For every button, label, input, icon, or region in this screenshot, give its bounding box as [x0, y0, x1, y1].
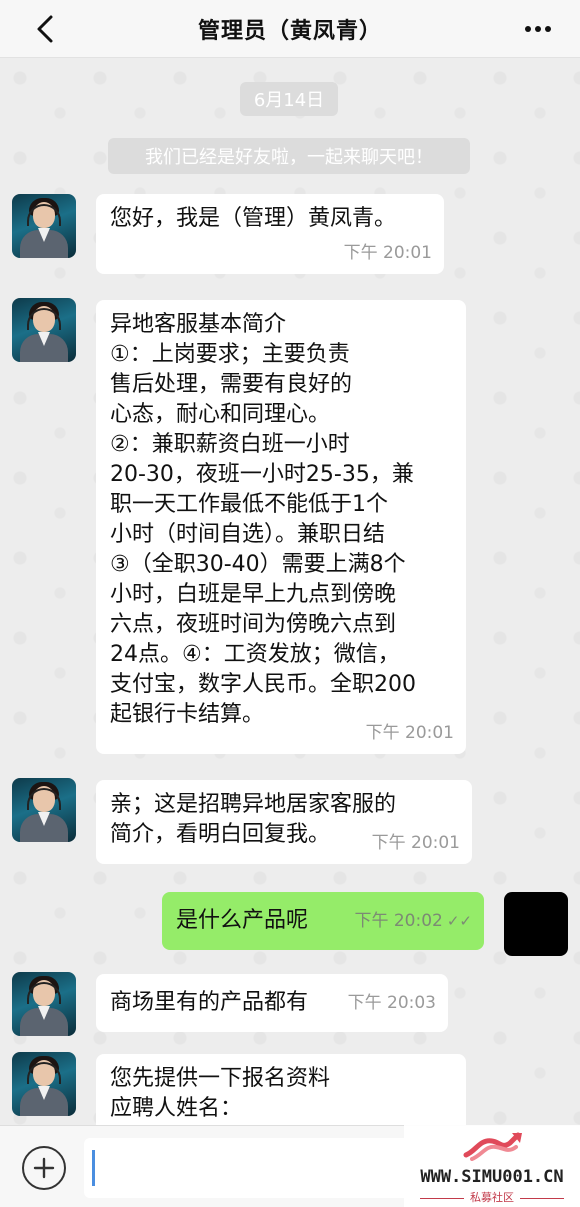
chat-header: 管理员（黄凤青）	[0, 0, 580, 58]
contact-avatar[interactable]	[12, 1052, 76, 1116]
message-text: 是什么产品呢	[176, 908, 309, 933]
message-time: 下午 20:01	[365, 723, 454, 743]
chevron-left-icon	[37, 15, 53, 43]
watermark: WWW.SIMU001.CN 私募社区	[404, 1125, 580, 1207]
message-text: 您好，我是（管理）黄凤青。	[110, 206, 397, 231]
message-time: 下午 20:01	[343, 243, 432, 263]
watermark-logo-icon	[463, 1132, 522, 1161]
watermark-url: WWW.SIMU001.CN	[420, 1167, 564, 1187]
message-time: 下午 20:03	[347, 993, 436, 1013]
my-avatar[interactable]	[504, 892, 568, 956]
contact-avatar[interactable]	[12, 194, 76, 258]
more-options-button[interactable]	[518, 12, 558, 46]
message-bubble[interactable]: 您先提供一下报名资料 应聘人姓名：	[96, 1054, 466, 1125]
message-bubble[interactable]: 异地客服基本简介 ①：上岗要求；主要负责 售后处理，需要有良好的 心态，耐心和同…	[96, 300, 466, 754]
back-button[interactable]	[28, 12, 62, 46]
message-text: 商场里有的产品都有	[110, 990, 309, 1015]
contact-avatar[interactable]	[12, 972, 76, 1036]
message-time: 下午 20:01	[371, 833, 460, 853]
read-receipt-icon: ✓✓	[446, 912, 472, 930]
message-text: 您先提供一下报名资料 应聘人姓名：	[110, 1066, 331, 1121]
message-bubble[interactable]: 您好，我是（管理）黄凤青。 下午 20:01	[96, 194, 444, 274]
message-text: 异地客服基本简介 ①：上岗要求；主要负责 售后处理，需要有良好的 心态，耐心和同…	[110, 312, 416, 727]
message-bubble[interactable]: 亲；这是招聘异地居家客服的 简介，看明白回复我。 下午 20:01	[96, 780, 472, 864]
attach-button[interactable]	[22, 1146, 66, 1190]
date-divider: 6月14日	[240, 82, 338, 116]
message-bubble[interactable]: 商场里有的产品都有 下午 20:03	[96, 974, 448, 1032]
message-input[interactable]	[84, 1138, 414, 1198]
more-dots-icon	[525, 26, 551, 32]
text-caret	[92, 1150, 95, 1186]
watermark-subtitle: 私募社区	[404, 1189, 580, 1205]
my-message-bubble[interactable]: 是什么产品呢 下午 20:02 ✓✓	[162, 892, 484, 950]
contact-avatar[interactable]	[12, 778, 76, 842]
plus-circle-icon	[33, 1157, 55, 1179]
system-notice: 我们已经是好友啦，一起来聊天吧！	[108, 138, 470, 174]
chat-title: 管理员（黄凤青）	[197, 18, 382, 44]
chat-message-list[interactable]: 6月14日 我们已经是好友啦，一起来聊天吧！ 您好，我是（管理）黄凤青。 下午 …	[0, 58, 580, 1125]
contact-avatar[interactable]	[12, 298, 76, 362]
message-time: 下午 20:02	[354, 911, 443, 931]
